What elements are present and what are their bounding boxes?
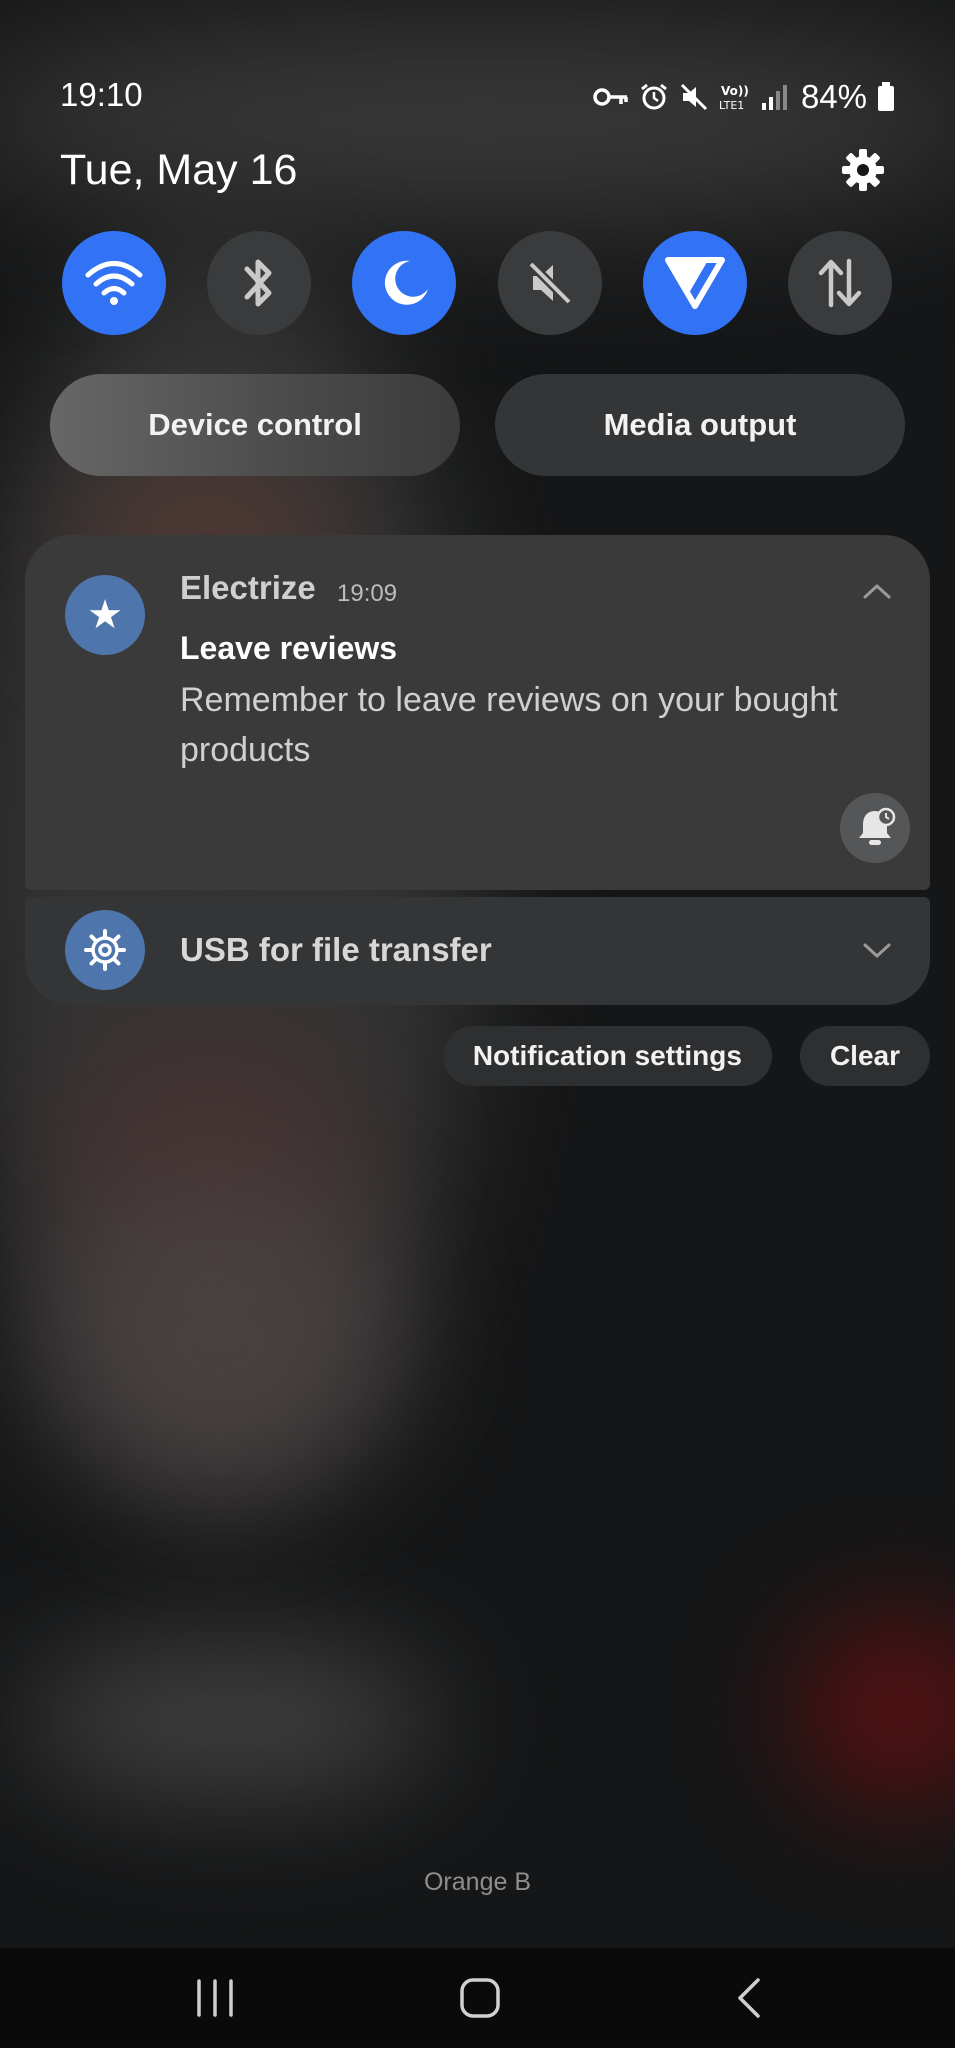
sound-toggle[interactable]	[497, 231, 602, 335]
moon-icon	[385, 260, 429, 305]
notification-settings-button[interactable]: Notification settings	[442, 1026, 772, 1086]
bluetooth-toggle[interactable]	[207, 231, 312, 335]
bluetooth-icon	[244, 259, 272, 307]
carrier-label: Orange B	[423, 1868, 531, 1896]
media-output-button[interactable]: Media output	[495, 374, 905, 476]
usb-settings-icon	[65, 910, 145, 990]
chevron-up-icon[interactable]	[860, 575, 894, 609]
mute-icon	[680, 83, 707, 111]
quick-settings-row	[62, 231, 892, 335]
wifi-icon	[85, 261, 143, 305]
svg-text:Vo)): Vo))	[721, 84, 749, 98]
battery-percent: 84%	[800, 78, 867, 115]
star-icon: ★	[65, 575, 145, 655]
recents-icon	[197, 1979, 233, 2017]
svg-text:LTE1: LTE1	[719, 99, 744, 112]
gear-icon[interactable]	[839, 146, 887, 194]
signal-icon	[761, 85, 787, 110]
back-button[interactable]	[720, 1968, 780, 2028]
notification-actions: Notification settings Clear	[442, 1026, 930, 1086]
notification-time: 19:09	[337, 580, 398, 607]
snooze-button[interactable]	[840, 793, 910, 863]
clear-button[interactable]: Clear	[799, 1026, 930, 1086]
gear-icon	[84, 929, 126, 971]
vpn-key-icon	[593, 88, 628, 106]
snooze-bell-icon	[859, 807, 896, 845]
mobile-data-toggle[interactable]	[787, 231, 892, 335]
dark-mode-toggle[interactable]	[352, 231, 457, 335]
wifi-toggle[interactable]	[62, 231, 166, 335]
date-label: Tue, May 16	[60, 146, 298, 194]
notification-body: Remember to leave reviews on your bought…	[180, 681, 838, 769]
home-icon	[460, 1978, 500, 2018]
chevron-down-icon[interactable]	[860, 933, 894, 967]
notification-card-usb[interactable]: USB for file transfer	[25, 897, 930, 1005]
notification-title: Leave reviews	[180, 630, 398, 666]
device-control-button[interactable]: Device control	[50, 374, 460, 476]
shortcut-pills: Device control Media output	[50, 374, 905, 476]
notification-app-name: Electrize	[180, 569, 316, 606]
navigation-bar	[0, 1948, 955, 2048]
status-icons: Vo)) LTE1 84%	[593, 78, 895, 116]
clock: 19:10	[60, 76, 143, 113]
recents-button[interactable]	[185, 1968, 245, 2028]
status-bar: 19:10 Vo)) LTE1 84%	[0, 0, 955, 130]
home-button[interactable]	[450, 1968, 510, 2028]
usb-notification-label: USB for file transfer	[180, 931, 492, 968]
power-saving-toggle[interactable]	[642, 231, 747, 335]
battery-icon	[878, 82, 894, 111]
notification-card-electrize[interactable]: ★ Electrize 19:09 Leave reviews Remember…	[25, 535, 930, 890]
alarm-icon	[641, 83, 667, 110]
data-arrows-icon	[818, 258, 862, 308]
triangle-icon	[664, 257, 725, 309]
volte-icon: Vo))LTE1	[719, 84, 749, 112]
mute-icon	[527, 260, 572, 306]
back-icon	[738, 1978, 760, 2018]
